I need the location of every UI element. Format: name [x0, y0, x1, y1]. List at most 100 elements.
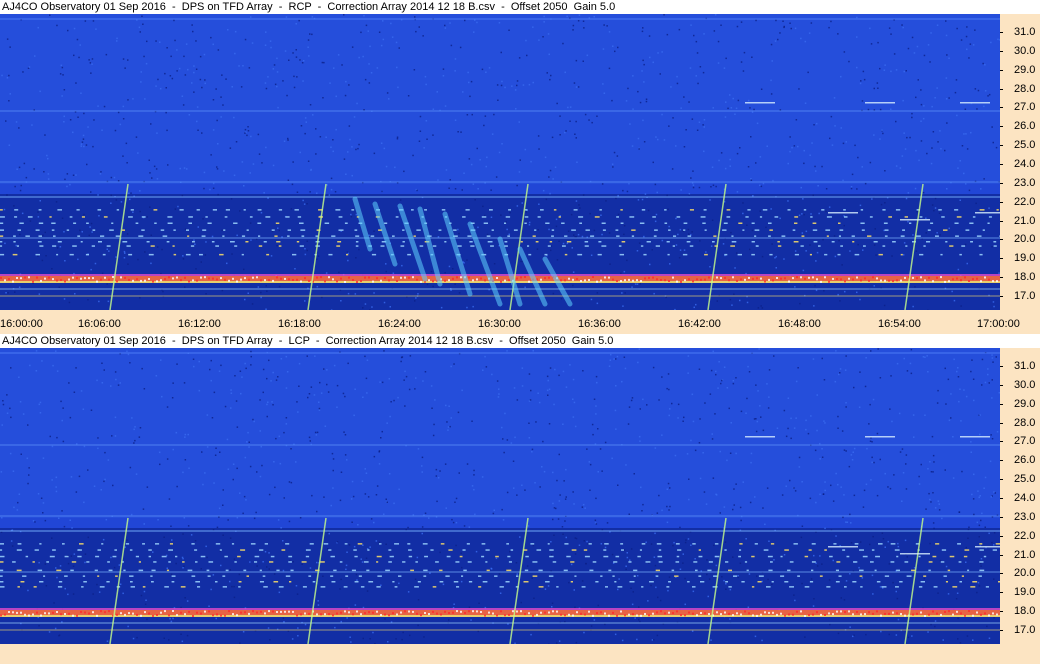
noise-speck — [368, 63, 370, 65]
noise-speck — [669, 505, 671, 508]
noise-speck — [170, 573, 173, 576]
noise-speck — [371, 306, 373, 308]
carrier-dash — [579, 222, 582, 224]
noise-speck — [548, 423, 551, 425]
carrier-dash — [570, 561, 575, 563]
interference-speck — [408, 610, 410, 613]
carrier-dash — [675, 543, 680, 545]
interference-speck — [812, 276, 814, 279]
noise-speck — [279, 462, 282, 465]
noise-speck — [155, 40, 157, 42]
interference-speck — [708, 276, 710, 279]
noise-speck — [177, 205, 179, 208]
carrier-dash — [187, 235, 190, 237]
carrier-dash — [874, 569, 877, 572]
noise-speck — [437, 179, 439, 181]
interference-speck — [504, 279, 506, 282]
carrier-dash — [881, 586, 887, 588]
noise-speck — [548, 53, 550, 56]
carrier-dash — [331, 235, 336, 237]
noise-speck — [484, 115, 487, 117]
noise-speck — [472, 305, 474, 308]
interference-speck — [744, 278, 746, 281]
noise-speck — [382, 20, 384, 22]
noise-speck — [118, 564, 121, 566]
carrier-dash — [860, 222, 865, 224]
noise-speck — [841, 430, 844, 432]
noise-speck — [870, 479, 872, 481]
noise-speck — [550, 554, 553, 556]
interference-speck — [808, 276, 810, 279]
noise-speck — [583, 631, 585, 634]
noise-speck — [749, 248, 751, 251]
carrier-dash — [129, 549, 133, 551]
interference-speck — [268, 610, 270, 613]
noise-speck — [60, 64, 63, 67]
noise-speck — [614, 633, 617, 636]
noise-speck — [17, 501, 19, 504]
carrier-dash — [423, 569, 428, 572]
carrier-dash — [884, 229, 889, 231]
noise-speck — [569, 120, 571, 122]
noise-speck — [463, 172, 465, 174]
noise-speck — [186, 634, 189, 637]
noise-speck — [800, 186, 802, 189]
carrier-dash — [92, 229, 96, 231]
noise-speck — [9, 452, 12, 455]
noise-speck — [415, 377, 417, 379]
noise-speck — [920, 89, 922, 91]
carrier-dash — [771, 581, 774, 583]
noise-speck — [340, 578, 342, 581]
noise-speck — [140, 594, 143, 597]
noise-speck — [446, 421, 448, 423]
noise-speck — [493, 113, 495, 116]
carrier-dash — [186, 229, 189, 231]
noise-speck — [68, 382, 70, 384]
carrier-dash — [741, 581, 745, 583]
noise-speck — [432, 285, 434, 288]
noise-speck — [566, 15, 568, 18]
noise-speck — [292, 561, 294, 563]
noise-speck — [205, 545, 207, 548]
noise-speck — [437, 236, 440, 238]
noise-speck — [33, 168, 35, 170]
carrier-dash — [168, 561, 171, 563]
interference-speck — [28, 614, 30, 617]
noise-speck — [521, 202, 523, 204]
noise-speck — [638, 435, 641, 438]
noise-speck — [229, 537, 232, 539]
noise-speck — [948, 419, 951, 422]
noise-speck — [528, 83, 531, 86]
noise-speck — [651, 249, 653, 251]
carrier-dash — [76, 209, 80, 211]
noise-speck — [127, 625, 129, 628]
noise-speck — [310, 168, 312, 171]
noise-speck — [929, 61, 931, 63]
noise-speck — [815, 531, 817, 533]
noise-speck — [590, 625, 593, 627]
noise-speck — [59, 565, 62, 567]
noise-speck — [129, 362, 131, 364]
noise-speck — [78, 475, 81, 478]
noise-speck — [977, 490, 979, 492]
lcp-freq-tick-mark — [1000, 629, 1003, 631]
noise-speck — [755, 384, 757, 386]
noise-speck — [416, 189, 418, 192]
noise-speck — [608, 232, 611, 234]
noise-speck — [581, 235, 584, 238]
interference-speck — [988, 278, 990, 281]
interference-speck — [540, 278, 542, 281]
noise-speck — [842, 142, 845, 145]
noise-speck — [519, 536, 521, 538]
noise-speck — [45, 255, 47, 257]
carrier-dash — [784, 581, 789, 583]
carrier-dash — [419, 245, 424, 247]
interference-speck — [232, 277, 234, 280]
noise-speck — [414, 16, 416, 18]
carrier-dash — [169, 543, 173, 545]
noise-speck — [269, 40, 272, 42]
noise-speck — [485, 71, 487, 73]
noise-speck — [360, 558, 362, 560]
carrier-dash — [584, 241, 589, 243]
noise-speck — [840, 486, 842, 488]
